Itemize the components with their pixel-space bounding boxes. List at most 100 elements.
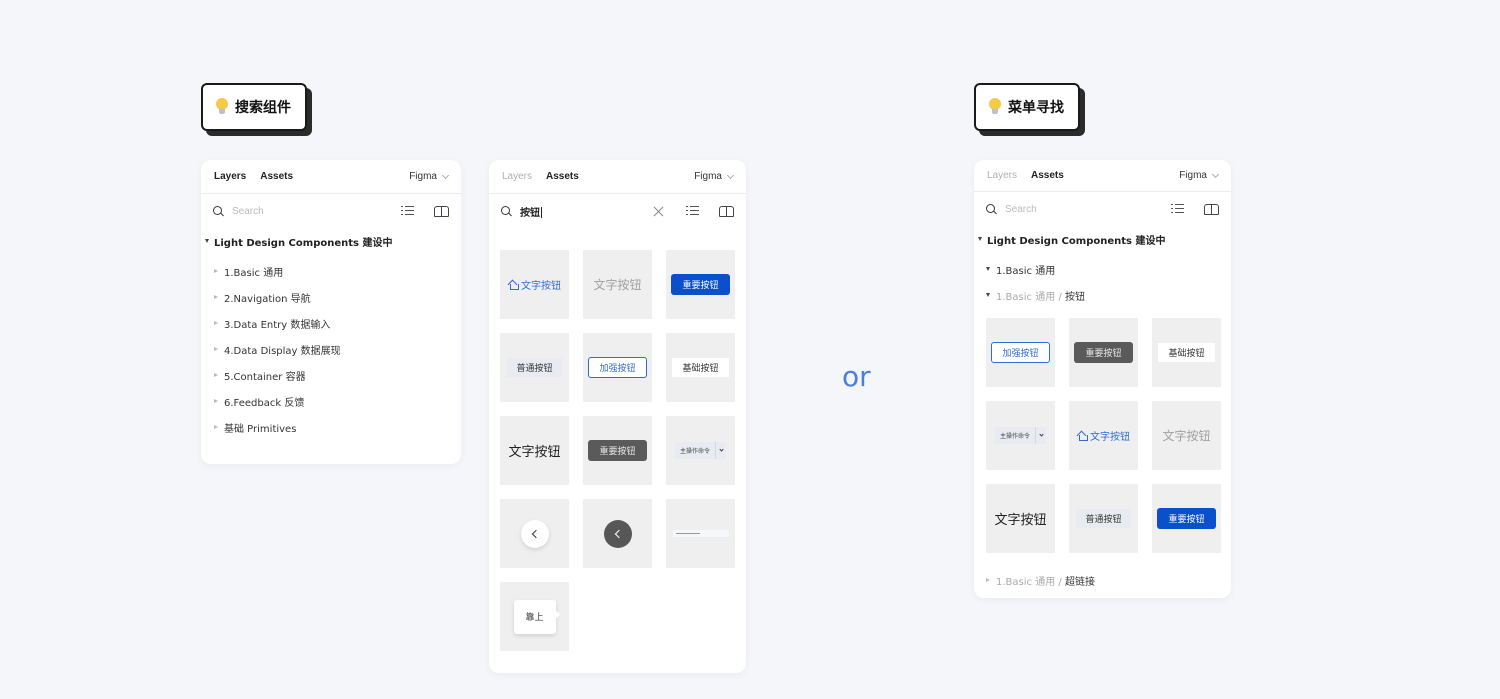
path-separator: / bbox=[1058, 576, 1062, 588]
tab-assets[interactable]: Assets bbox=[546, 171, 579, 182]
caret-right-icon bbox=[214, 399, 218, 403]
component-tile[interactable] bbox=[666, 499, 735, 568]
library-name: Figma bbox=[1179, 170, 1207, 181]
tab-layers[interactable]: Layers bbox=[502, 171, 532, 182]
tree-item[interactable]: 5.Container 容器 bbox=[201, 362, 461, 388]
component-tile[interactable]: 文字按钮 bbox=[500, 250, 569, 319]
search-bar: 按钮 bbox=[489, 194, 746, 228]
tree-item-label: 1.Basic 通用 bbox=[224, 267, 284, 279]
component-tile[interactable]: 普通按钮 bbox=[1069, 484, 1138, 553]
library-button[interactable] bbox=[433, 204, 449, 218]
component-tile[interactable]: 重要按钮 bbox=[666, 250, 735, 319]
subsection-buttons[interactable]: 1.Basic 通用 / 按钮 bbox=[974, 282, 1231, 308]
chevron-down-icon bbox=[718, 447, 724, 452]
panel-header: Layers Assets Figma bbox=[974, 160, 1231, 192]
tab-layers[interactable]: Layers bbox=[214, 171, 246, 182]
library-dropdown[interactable]: Figma bbox=[409, 171, 450, 182]
component-tile[interactable]: 文字按钮 bbox=[583, 250, 652, 319]
component-tile[interactable]: 基础按钮 bbox=[666, 333, 735, 402]
tree-item[interactable]: 1.Basic 通用 bbox=[201, 258, 461, 284]
home-icon bbox=[1077, 431, 1088, 441]
section-basic[interactable]: 1.Basic 通用 bbox=[974, 256, 1231, 282]
library-button[interactable] bbox=[718, 204, 734, 218]
library-root-label: Light Design Components 建设中 bbox=[987, 235, 1166, 247]
component-tile[interactable]: 普通按钮 bbox=[500, 333, 569, 402]
search-icon bbox=[213, 205, 224, 217]
normal-button: 普通按钮 bbox=[1076, 509, 1131, 528]
library-button[interactable] bbox=[1203, 202, 1219, 216]
mini-bar-line bbox=[675, 533, 700, 534]
tree-item-label: 5.Container 容器 bbox=[224, 371, 306, 383]
subsection-hyperlink[interactable]: 1.Basic 通用 / 超链接 bbox=[974, 567, 1095, 593]
text-button-grey: 文字按钮 bbox=[593, 278, 642, 292]
library-name: Figma bbox=[409, 171, 437, 182]
component-tile[interactable]: 基础按钮 bbox=[1152, 318, 1221, 387]
tab-assets[interactable]: Assets bbox=[1031, 170, 1064, 181]
outline-button: 加强按钮 bbox=[588, 357, 647, 378]
list-view-button[interactable] bbox=[399, 204, 415, 218]
component-label: 文字按钮 bbox=[521, 281, 561, 292]
component-tile[interactable] bbox=[583, 499, 652, 568]
component-tile[interactable] bbox=[500, 499, 569, 568]
caret-down-icon bbox=[978, 237, 982, 241]
list-view-button[interactable] bbox=[1169, 202, 1185, 216]
clear-search-button[interactable] bbox=[650, 204, 666, 218]
text-cursor bbox=[541, 207, 542, 218]
circle-back-button-light bbox=[520, 519, 549, 548]
component-grid: 文字按钮 文字按钮 重要按钮 普通按钮 加强按钮 基础按钮 文字按钮 重要按钮 … bbox=[500, 250, 735, 651]
split-button: 主操作命令 bbox=[994, 427, 1046, 444]
component-tile[interactable]: 主操作命令 bbox=[666, 416, 735, 485]
library-dropdown[interactable]: Figma bbox=[1179, 170, 1220, 181]
tree-item[interactable]: 6.Feedback 反馈 bbox=[201, 388, 461, 414]
caret-right-icon bbox=[986, 578, 990, 582]
component-tile[interactable]: 靠上 bbox=[500, 582, 569, 651]
lightbulb-icon bbox=[215, 98, 229, 116]
path-separator: / bbox=[1058, 291, 1062, 303]
component-tile[interactable]: 文字按钮 bbox=[986, 484, 1055, 553]
component-tile[interactable]: 加强按钮 bbox=[986, 318, 1055, 387]
component-tile[interactable]: 主操作命令 bbox=[986, 401, 1055, 470]
close-icon bbox=[653, 206, 664, 217]
component-tile[interactable]: 重要按钮 bbox=[1152, 484, 1221, 553]
tree-item[interactable]: 3.Data Entry 数据输入 bbox=[201, 310, 461, 336]
tree-item[interactable]: 基础 Primitives bbox=[201, 414, 461, 440]
split-button-label: 主操作命令 bbox=[675, 442, 716, 459]
component-tile[interactable]: 重要按钮 bbox=[583, 416, 652, 485]
tree-item-label: 4.Data Display 数据展现 bbox=[224, 345, 341, 357]
component-tile[interactable]: 加强按钮 bbox=[583, 333, 652, 402]
component-tile[interactable]: 重要按钮 bbox=[1069, 318, 1138, 387]
search-bar: Search bbox=[201, 194, 461, 228]
list-view-button[interactable] bbox=[684, 204, 700, 218]
library-root[interactable]: Light Design Components 建设中 bbox=[974, 226, 1231, 252]
tree-item-label: 基础 Primitives bbox=[224, 423, 297, 435]
search-input[interactable]: Search bbox=[1005, 204, 1151, 215]
caret-right-icon bbox=[214, 321, 218, 325]
component-tile[interactable]: 文字按钮 bbox=[1069, 401, 1138, 470]
search-icon bbox=[986, 203, 997, 215]
text-button-grey: 文字按钮 bbox=[1162, 429, 1211, 443]
chevron-down-icon bbox=[1211, 170, 1220, 178]
library-dropdown[interactable]: Figma bbox=[694, 171, 735, 182]
component-tile[interactable]: 文字按钮 bbox=[500, 416, 569, 485]
menu-find-tag: 菜单寻找 bbox=[974, 83, 1080, 131]
mini-bar-component bbox=[672, 530, 729, 537]
list-icon bbox=[685, 206, 699, 216]
tab-assets[interactable]: Assets bbox=[260, 171, 293, 182]
tab-layers[interactable]: Layers bbox=[987, 170, 1017, 181]
chevron-down-icon bbox=[1038, 432, 1044, 437]
tree-item[interactable]: 4.Data Display 数据展现 bbox=[201, 336, 461, 362]
tree-item[interactable]: 2.Navigation 导航 bbox=[201, 284, 461, 310]
or-separator: or bbox=[842, 360, 871, 393]
search-input[interactable]: 按钮 bbox=[520, 204, 632, 219]
book-icon bbox=[1203, 203, 1219, 215]
tag-label: 搜索组件 bbox=[235, 100, 291, 116]
caret-right-icon bbox=[214, 425, 218, 429]
subsection-path: 1.Basic 通用 bbox=[996, 576, 1056, 588]
split-button-label: 主操作命令 bbox=[995, 427, 1036, 444]
search-input[interactable]: Search bbox=[232, 206, 381, 217]
library-root[interactable]: Light Design Components 建设中 bbox=[201, 228, 461, 254]
book-icon bbox=[718, 205, 734, 217]
chevron-left-icon bbox=[614, 529, 624, 538]
circle-back-button-dark bbox=[603, 519, 632, 548]
component-tile[interactable]: 文字按钮 bbox=[1152, 401, 1221, 470]
